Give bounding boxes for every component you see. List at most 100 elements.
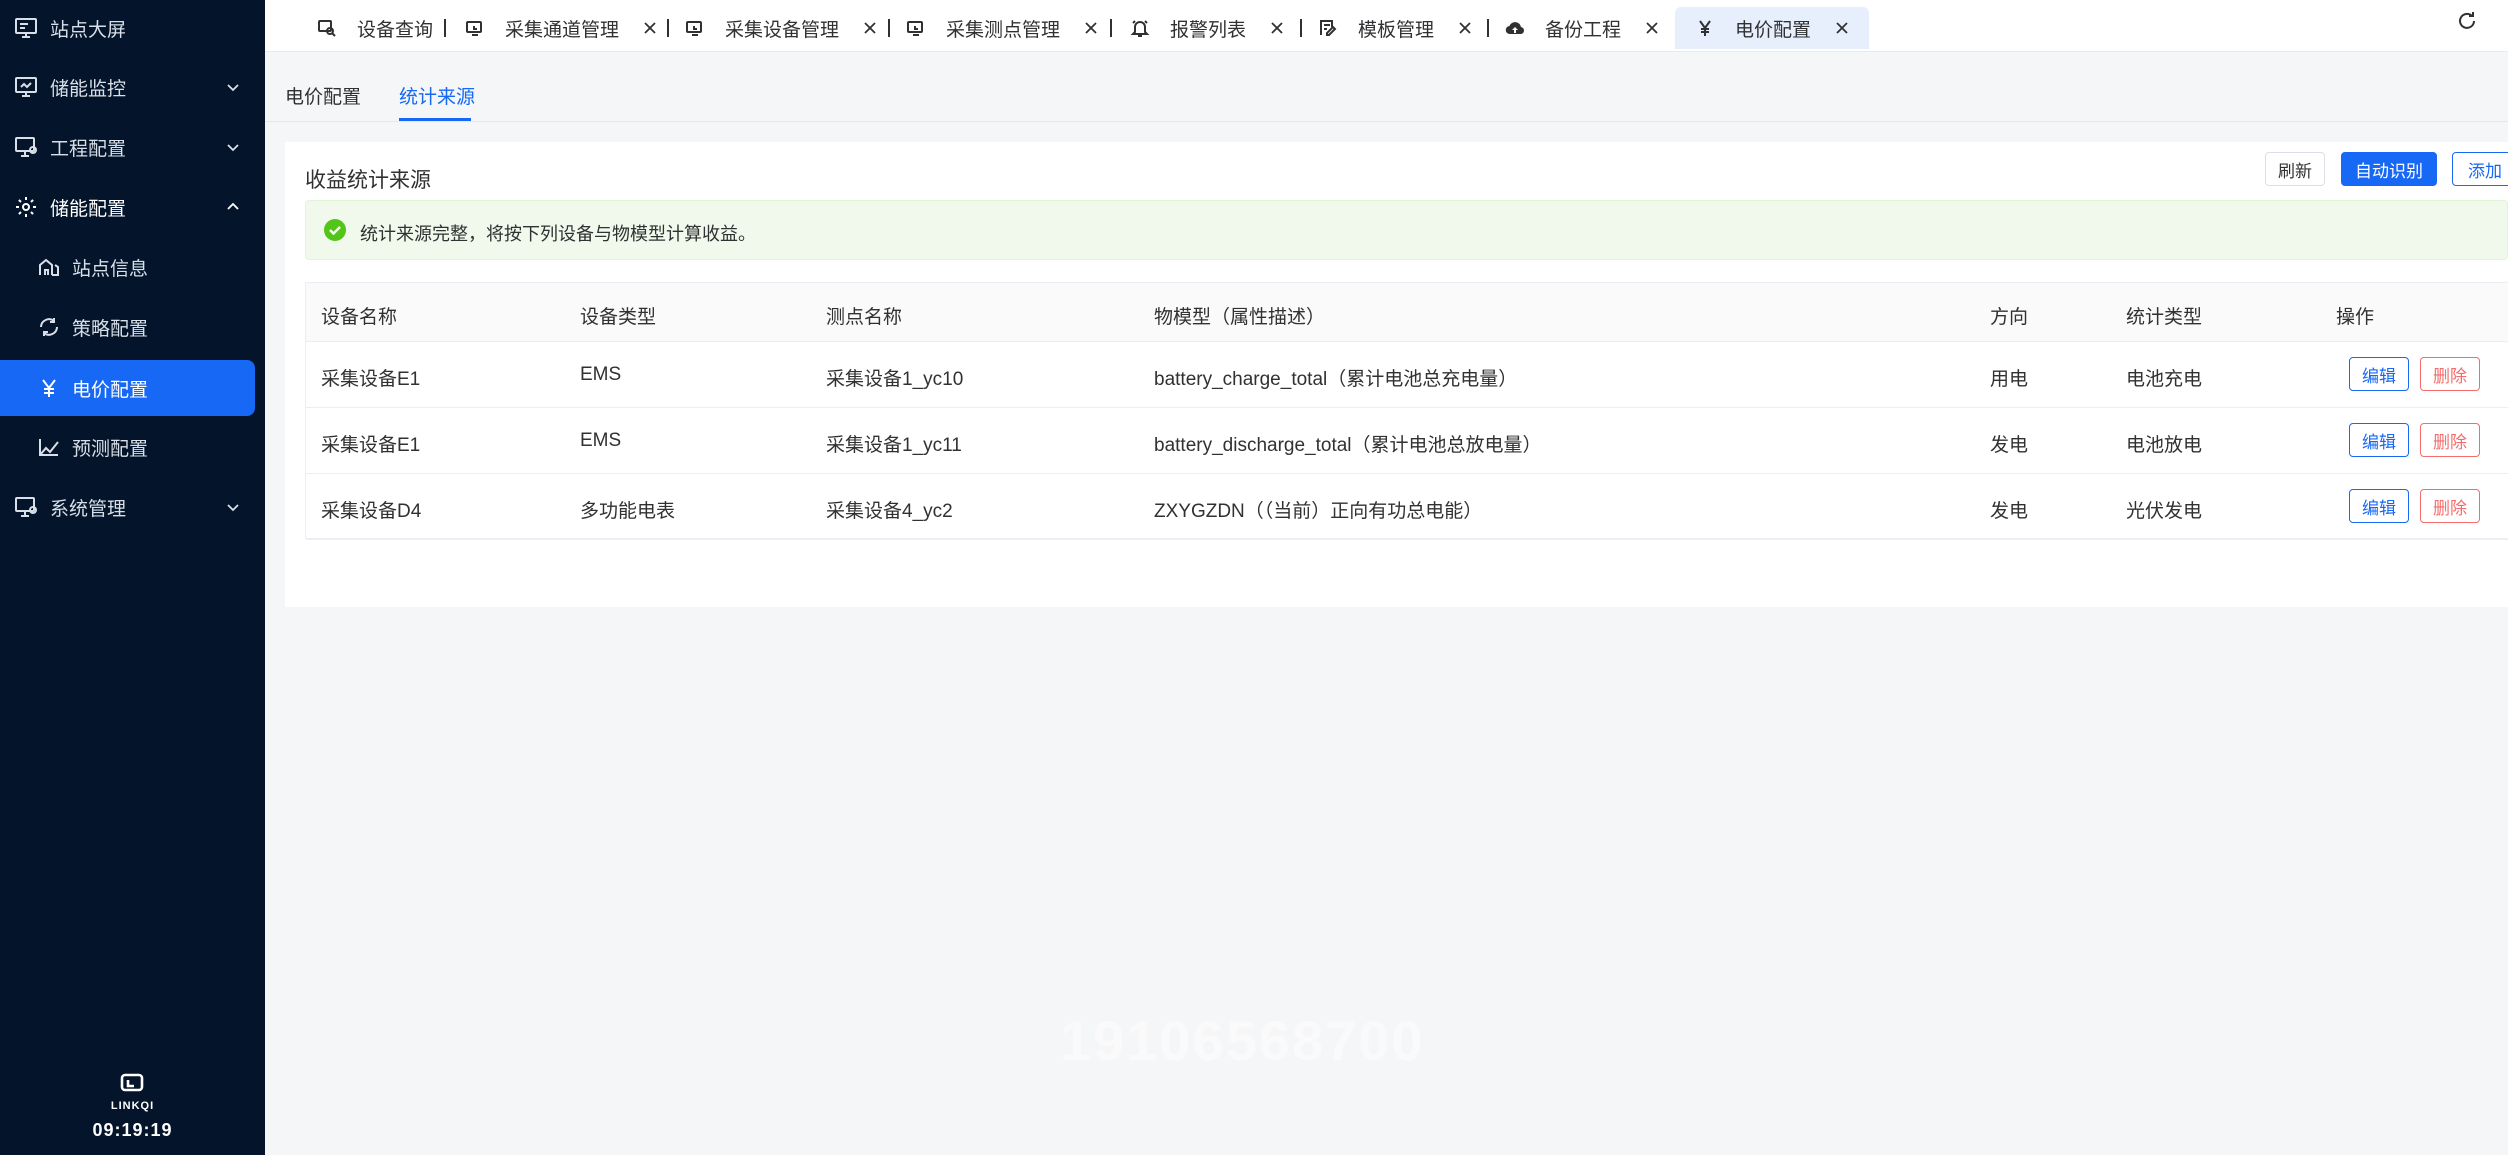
yen-icon <box>42 379 56 397</box>
delete-button[interactable]: 删除 <box>2420 489 2480 523</box>
sidebar: 站点大屏 储能监控 工程配置 储能配置 站点信息 策略配置 电价配置 预测配置 … <box>0 0 265 1155</box>
chevron-down-icon <box>227 144 239 152</box>
bell-icon <box>1130 20 1150 37</box>
tab-point-management[interactable]: 采集测点管理 <box>906 7 1098 49</box>
close-icon[interactable] <box>1645 21 1659 35</box>
cell-direction: 发电 <box>1990 501 2029 522</box>
cell-device-type: 多功能电表 <box>580 501 676 522</box>
edit-button[interactable]: 编辑 <box>2349 357 2409 391</box>
header-direction: 方向 <box>1990 307 2029 328</box>
sidebar-item-storage-config[interactable]: 储能配置 <box>0 179 265 235</box>
strategy-icon <box>40 318 58 336</box>
cell-device-type: EMS <box>580 430 622 451</box>
add-button[interactable]: 添加 <box>2452 152 2508 186</box>
delete-button[interactable]: 删除 <box>2420 357 2480 391</box>
sub-tabs: 电价配置 统计来源 <box>265 52 2508 122</box>
active-tab-indicator <box>399 118 471 121</box>
tab-label: 电价配置 <box>1735 19 1812 41</box>
table-row: 采集设备E1 EMS 采集设备1_yc11 battery_discharge_… <box>306 408 2508 474</box>
table-row: 采集设备D4 多功能电表 采集设备4_yc2 ZXYGZDN（（当前）正向有功总… <box>306 474 2508 540</box>
sidebar-item-label: 电价配置 <box>72 379 149 401</box>
sidebar-item-label: 站点大屏 <box>50 19 127 41</box>
sidebar-item-project-config[interactable]: 工程配置 <box>0 119 265 175</box>
search-icon <box>318 20 336 37</box>
header-model: 物模型（属性描述） <box>1154 307 1326 328</box>
chevron-down-icon <box>227 504 239 512</box>
edit-button[interactable]: 编辑 <box>2349 489 2409 523</box>
tab-template-management[interactable]: 模板管理 <box>1318 7 1472 49</box>
sidebar-item-site-info[interactable]: 站点信息 <box>0 239 265 295</box>
cell-point-name: 采集设备1_yc10 <box>826 369 964 390</box>
tab-label: 采集测点管理 <box>946 19 1061 41</box>
auto-detect-button[interactable]: 自动识别 <box>2341 152 2437 186</box>
template-icon <box>1320 20 1337 36</box>
logo-icon <box>120 1073 143 1092</box>
subtab-price-config[interactable]: 电价配置 <box>285 82 361 109</box>
tab-device-query[interactable]: 设备查询 <box>317 7 433 49</box>
close-icon[interactable] <box>643 21 657 35</box>
tab-label: 采集设备管理 <box>725 19 840 41</box>
close-icon[interactable] <box>1270 21 1284 35</box>
sidebar-item-station-screen[interactable]: 站点大屏 <box>0 0 265 56</box>
cell-stat-type: 电池充电 <box>2126 369 2203 390</box>
site-icon <box>39 258 59 276</box>
sidebar-item-label: 储能监控 <box>50 78 127 100</box>
header-stat-type: 统计类型 <box>2126 307 2203 328</box>
sidebar-item-label: 储能配置 <box>50 198 127 220</box>
yen-icon <box>1699 20 1711 36</box>
sidebar-item-label: 工程配置 <box>50 138 127 160</box>
main-content: 电价配置 统计来源 收益统计来源 刷新 自动识别 添加 统计来源完整，将按下列设… <box>265 52 2508 1155</box>
sidebar-item-strategy-config[interactable]: 策略配置 <box>0 299 265 355</box>
tab-divider <box>1300 19 1302 37</box>
sidebar-item-label: 系统管理 <box>50 498 127 520</box>
table-header-row: 设备名称 设备类型 测点名称 物模型（属性描述） 方向 统计类型 操作 <box>306 283 2508 342</box>
system-icon <box>15 497 37 517</box>
sidebar-item-label: 站点信息 <box>72 258 149 280</box>
sidebar-item-system-management[interactable]: 系统管理 <box>0 479 265 535</box>
tab-label: 设备查询 <box>357 19 434 41</box>
close-icon[interactable] <box>863 21 877 35</box>
sidebar-item-label: 预测配置 <box>72 438 149 460</box>
tab-divider <box>444 19 446 37</box>
close-icon[interactable] <box>1084 21 1098 35</box>
clock: 09:19:19 <box>92 1120 173 1140</box>
header-device-name: 设备名称 <box>321 307 398 328</box>
device-icon <box>466 21 482 36</box>
cell-device-type: EMS <box>580 364 622 385</box>
chevron-up-icon <box>227 202 239 210</box>
header-actions: 操作 <box>2336 307 2375 328</box>
tab-channel-management[interactable]: 采集通道管理 <box>465 7 657 49</box>
cell-model: ZXYGZDN（（当前）正向有功总电能） <box>1154 501 1483 522</box>
sidebar-item-price-config[interactable]: 电价配置 <box>0 360 255 416</box>
cell-stat-type: 光伏发电 <box>2126 501 2203 522</box>
delete-button[interactable]: 删除 <box>2420 423 2480 457</box>
device-icon <box>686 21 702 36</box>
stat-source-card: 收益统计来源 刷新 自动识别 添加 统计来源完整，将按下列设备与物模型计算收益。… <box>285 142 2508 607</box>
subtab-stat-source[interactable]: 统计来源 <box>399 82 475 109</box>
close-icon[interactable] <box>1835 21 1849 35</box>
edit-button[interactable]: 编辑 <box>2349 423 2409 457</box>
monitor-icon <box>15 77 37 97</box>
tab-divider <box>1487 19 1489 37</box>
stat-source-table: 设备名称 设备类型 测点名称 物模型（属性描述） 方向 统计类型 操作 采集设备… <box>305 282 2508 540</box>
watermark: 19106568700 <box>1060 1009 1425 1072</box>
cell-point-name: 采集设备4_yc2 <box>826 501 953 522</box>
tab-divider <box>667 19 669 37</box>
tab-price-config[interactable]: 电价配置 <box>1675 7 1870 49</box>
tab-device-management[interactable]: 采集设备管理 <box>685 7 877 49</box>
forecast-icon <box>39 439 59 456</box>
tab-label: 采集通道管理 <box>505 19 620 41</box>
cell-device-name: 采集设备E1 <box>321 369 421 390</box>
cell-stat-type: 电池放电 <box>2126 435 2203 456</box>
tab-alarm-list[interactable]: 报警列表 <box>1130 7 1284 49</box>
cell-direction: 发电 <box>1990 435 2029 456</box>
header-point-name: 测点名称 <box>826 307 903 328</box>
sidebar-item-storage-monitor[interactable]: 储能监控 <box>0 59 265 115</box>
device-icon <box>907 21 923 36</box>
refresh-icon[interactable] <box>2456 10 2478 32</box>
close-icon[interactable] <box>1458 21 1472 35</box>
refresh-button[interactable]: 刷新 <box>2265 152 2325 186</box>
sidebar-item-forecast-config[interactable]: 预测配置 <box>0 419 265 475</box>
tab-label: 报警列表 <box>1170 19 1247 41</box>
tab-backup-project[interactable]: 备份工程 <box>1505 7 1659 49</box>
